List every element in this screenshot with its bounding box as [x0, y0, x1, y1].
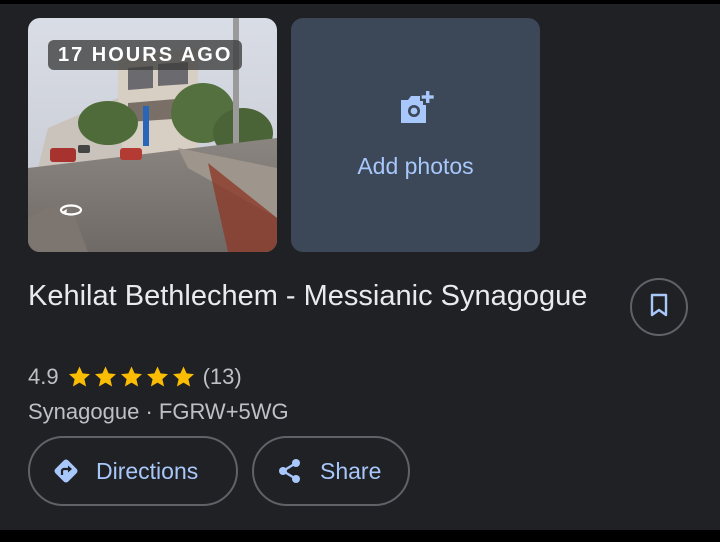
- add-photos-label: Add photos: [357, 153, 474, 179]
- street-view-photo[interactable]: 17 HOURS AGO: [28, 18, 277, 252]
- add-photos-button[interactable]: Add photos: [291, 18, 540, 252]
- place-category: Synagogue: [28, 399, 140, 424]
- star-icon: [120, 366, 142, 387]
- share-button[interactable]: Share: [252, 436, 410, 506]
- rating-value: 4.9: [28, 364, 59, 389]
- star-icon: [94, 366, 116, 387]
- save-button[interactable]: [630, 278, 688, 336]
- directions-icon: [52, 457, 80, 485]
- place-meta: Synagogue · FGRW+5WG: [28, 397, 289, 427]
- place-card: 17 HOURS AGO Add photos Kehilat Bethlech…: [0, 4, 720, 530]
- rating-row: 4.9 (13): [28, 362, 242, 392]
- place-title: Kehilat Bethlechem - Messianic Synagogue: [28, 280, 588, 312]
- street-view-rotate-icon: [58, 202, 84, 218]
- star-icon: [68, 366, 90, 387]
- timestamp-badge: 17 HOURS AGO: [48, 40, 243, 70]
- star-icon: [146, 366, 168, 387]
- bookmark-icon: [649, 293, 669, 322]
- star-icon: [172, 366, 194, 387]
- review-count[interactable]: (13): [203, 364, 242, 390]
- directions-button[interactable]: Directions: [28, 436, 238, 506]
- share-icon: [276, 457, 304, 485]
- directions-label: Directions: [96, 457, 199, 484]
- share-label: Share: [320, 457, 382, 484]
- star-rating: [67, 365, 197, 389]
- plus-code: FGRW+5WG: [158, 399, 289, 424]
- add-photo-camera-icon: [396, 90, 436, 131]
- meta-separator: ·: [139, 399, 159, 424]
